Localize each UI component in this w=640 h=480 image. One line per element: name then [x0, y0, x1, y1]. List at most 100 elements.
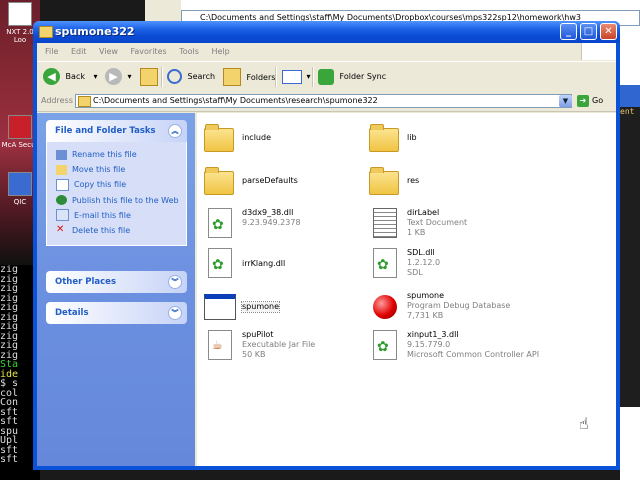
- task-publish[interactable]: Publish this file to the Web: [56, 193, 186, 208]
- file-item[interactable]: spumone Program Debug Database 7,731 KB: [369, 291, 529, 329]
- file-item[interactable]: parseDefaults: [204, 165, 364, 203]
- panel-header[interactable]: Details ︾: [46, 302, 187, 324]
- debug-database-icon: [373, 295, 397, 319]
- file-icon-wrap: [369, 208, 401, 240]
- task-list: Rename this file Move this file Copy thi…: [46, 142, 187, 247]
- file-text: d3dx9_38.dll 9.23.949.2378: [242, 208, 301, 228]
- forward-arrow-icon: ▶: [105, 68, 122, 85]
- folders-button[interactable]: Folders: [223, 68, 275, 86]
- forward-button[interactable]: ▶ ▾: [105, 68, 132, 86]
- file-item[interactable]: xinput1_3.dll9.15.779.0Microsoft Common …: [369, 330, 539, 368]
- address-value: C:\Documents and Settings\staff\My Docum…: [93, 96, 378, 105]
- background-window-right: ent: [620, 75, 640, 480]
- file-icon-wrap: [369, 330, 401, 362]
- address-field[interactable]: C:\Documents and Settings\staff\My Docum…: [75, 94, 572, 108]
- mouse-cursor-icon: ☝: [579, 414, 589, 433]
- file-item[interactable]: dirLabel Text Document 1 KB: [369, 208, 529, 246]
- task-label: Delete this file: [72, 225, 131, 235]
- file-name: spumone: [241, 301, 280, 313]
- task-pane: File and Folder Tasks ︽ Rename this file…: [37, 113, 195, 466]
- file-item[interactable]: SDL.dll1.2.12.0SDL: [369, 248, 529, 286]
- title-bar[interactable]: spumone322 _ □ ✕: [33, 21, 620, 43]
- file-item[interactable]: d3dx9_38.dll9.23.949.2378: [204, 208, 364, 246]
- file-item[interactable]: spumone: [204, 291, 364, 329]
- menu-tools[interactable]: Tools: [179, 43, 199, 60]
- menu-favorites[interactable]: Favorites: [131, 43, 167, 60]
- close-button[interactable]: ✕: [600, 23, 617, 40]
- file-detail: 7,731 KB: [407, 311, 444, 320]
- file-icon-wrap: [204, 165, 236, 197]
- back-dropdown-icon[interactable]: ▾: [94, 72, 98, 81]
- file-icon-wrap: [204, 248, 236, 280]
- folder-sync-label: Folder Sync: [339, 72, 387, 81]
- folder-sync-button[interactable]: Folder Sync: [318, 68, 386, 86]
- task-copy[interactable]: Copy this file: [56, 177, 186, 192]
- search-button[interactable]: Search: [167, 68, 215, 86]
- views-icon: [282, 69, 302, 84]
- maximize-button[interactable]: □: [580, 23, 597, 40]
- file-item[interactable]: lib: [369, 122, 529, 160]
- file-name: SDL.dll: [407, 248, 435, 257]
- folder-icon: [78, 96, 91, 107]
- up-folder-button[interactable]: [140, 68, 158, 86]
- go-arrow-icon: ➜: [577, 95, 589, 107]
- window-title: spumone322: [55, 25, 135, 38]
- file-detail: Microsoft Common Controller API: [407, 350, 540, 359]
- panel-header[interactable]: File and Folder Tasks ︽: [46, 120, 187, 142]
- file-name: d3dx9_38.dll: [242, 208, 294, 217]
- sync-icon: [318, 68, 334, 85]
- menu-view[interactable]: View: [99, 43, 118, 60]
- panel-title: Other Places: [55, 277, 116, 287]
- file-icon-wrap: [369, 291, 401, 323]
- file-detail: 1.2.12.0: [407, 258, 441, 267]
- back-button[interactable]: ◀ Back ▾: [43, 68, 98, 86]
- globe-icon: [56, 195, 67, 206]
- file-text: parseDefaults: [242, 176, 298, 186]
- back-label: Back: [65, 72, 85, 81]
- file-item[interactable]: irrKlang.dll: [204, 248, 364, 286]
- menu-help[interactable]: Help: [211, 43, 229, 60]
- file-text: irrKlang.dll: [242, 259, 285, 269]
- file-name: dirLabel: [407, 208, 440, 217]
- expand-chevron-icon[interactable]: ︾: [168, 275, 182, 289]
- task-move[interactable]: Move this file: [56, 162, 186, 177]
- application-window-icon: [204, 294, 236, 320]
- rename-icon: [56, 149, 67, 160]
- folders-icon: [223, 68, 241, 86]
- dll-file-icon: [373, 330, 397, 360]
- address-dropdown-icon[interactable]: ▼: [559, 95, 572, 107]
- go-button[interactable]: ➜ Go: [577, 95, 603, 107]
- desktop-icon-label: QIC: [13, 198, 27, 206]
- file-text: spumone: [241, 301, 280, 313]
- mcafee-icon: [8, 115, 32, 139]
- menu-edit[interactable]: Edit: [71, 43, 87, 60]
- folder-icon: [369, 124, 399, 152]
- file-detail: Text Document: [407, 218, 468, 227]
- file-item[interactable]: spuPilotExecutable Jar File50 KB: [204, 330, 364, 368]
- file-text: include: [242, 133, 271, 143]
- task-rename[interactable]: Rename this file: [56, 147, 186, 162]
- task-label: Publish this file to the Web: [72, 195, 179, 205]
- task-delete[interactable]: ✕ Delete this file: [56, 223, 186, 238]
- views-dropdown-icon[interactable]: ▾: [307, 72, 311, 81]
- views-button[interactable]: ▾: [282, 68, 311, 86]
- file-name: include: [242, 133, 271, 142]
- qic-icon: [8, 172, 32, 196]
- file-icon-wrap: [204, 208, 236, 240]
- toolbar-separator: [275, 67, 277, 87]
- task-email[interactable]: E-mail this file: [56, 208, 186, 223]
- minimize-button[interactable]: _: [560, 23, 577, 40]
- file-item[interactable]: res: [369, 165, 529, 203]
- file-item[interactable]: include: [204, 122, 364, 160]
- menu-file[interactable]: File: [45, 43, 58, 60]
- java-jar-icon: [208, 330, 232, 360]
- folder-icon: [39, 26, 53, 38]
- windows-logo: [581, 43, 616, 60]
- file-detail: Executable Jar File: [242, 340, 316, 349]
- forward-dropdown-icon[interactable]: ▾: [128, 72, 132, 81]
- collapse-chevron-icon[interactable]: ︽: [168, 124, 182, 138]
- expand-chevron-icon[interactable]: ︾: [168, 306, 182, 320]
- folder-icon: [204, 167, 234, 195]
- panel-header[interactable]: Other Places ︾: [46, 271, 187, 293]
- back-arrow-icon: ◀: [43, 68, 60, 85]
